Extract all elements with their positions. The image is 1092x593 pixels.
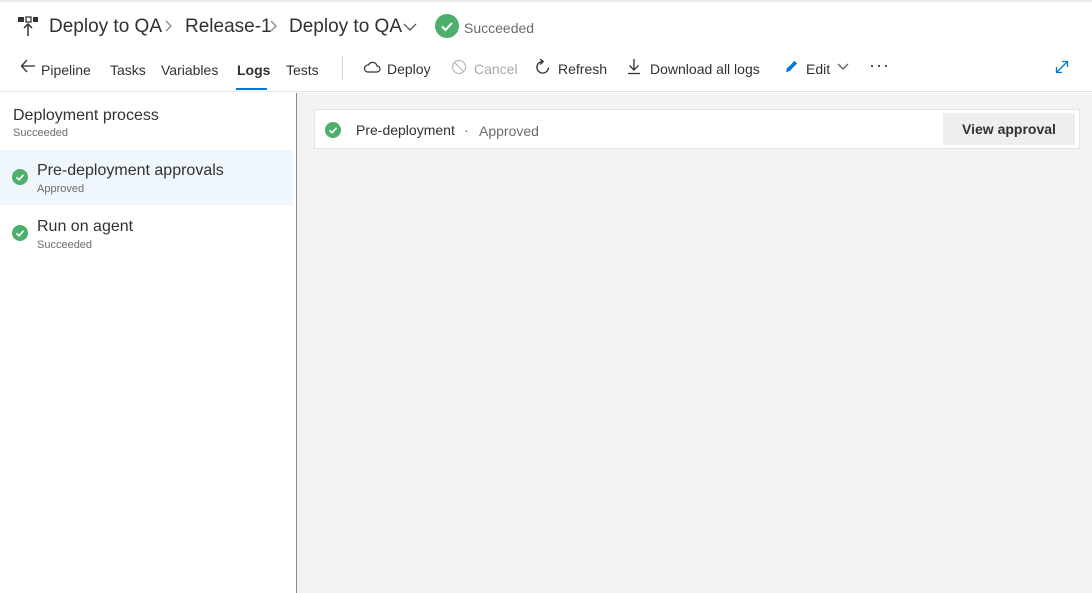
breadcrumb-release-pipeline[interactable]: Deploy to QA [49, 16, 162, 38]
pre-deployment-card: Pre-deployment · Approved View approval [314, 109, 1080, 149]
toolbar-divider [342, 56, 343, 80]
download-icon [628, 59, 640, 75]
pencil-icon [786, 60, 798, 72]
left-panel: Deployment process Succeeded Pre-deploym… [0, 93, 296, 593]
card-label: Pre-deployment [356, 122, 455, 138]
check-circle-icon [325, 122, 341, 138]
tab-logs[interactable]: Logs [237, 61, 270, 79]
card-separator: · [464, 122, 469, 138]
card-state: Approved [479, 123, 539, 139]
chevron-down-icon[interactable] [837, 63, 849, 71]
breadcrumb-stage[interactable]: Deploy to QA [289, 16, 402, 38]
refresh-icon [536, 58, 550, 74]
deployment-process-title[interactable]: Deployment process [13, 107, 159, 125]
back-arrow-icon[interactable] [20, 59, 36, 73]
chevron-right-icon [165, 20, 172, 32]
list-item-name: Run on agent [37, 218, 134, 235]
tab-tasks[interactable]: Tasks [110, 61, 146, 79]
refresh-button[interactable]: Refresh [558, 60, 607, 78]
expand-icon[interactable] [1055, 60, 1069, 74]
tab-tests[interactable]: Tests [286, 61, 319, 79]
active-tab-indicator [236, 88, 267, 90]
download-all-logs-button[interactable]: Download all logs [650, 60, 760, 78]
chevron-right-icon [270, 20, 277, 32]
check-circle-icon [12, 225, 28, 241]
list-item-status: Approved [37, 183, 85, 195]
deployment-process-status: Succeeded [13, 127, 69, 139]
list-item-run-on-agent[interactable]: Run on agent Succeeded [0, 206, 293, 261]
check-circle-icon [12, 169, 28, 185]
tab-variables[interactable]: Variables [161, 61, 218, 79]
deploy-button[interactable]: Deploy [387, 60, 431, 78]
content-pane: Pre-deployment · Approved View approval [297, 93, 1092, 593]
check-circle-icon [435, 14, 459, 38]
header: Deploy to QA Release-1 Deploy to QA Succ… [0, 2, 1092, 48]
more-icon[interactable]: ··· [869, 56, 890, 74]
list-item-status: Succeeded [37, 239, 93, 251]
view-approval-button[interactable]: View approval [943, 113, 1075, 145]
list-item-pre-deployment-approvals[interactable]: Pre-deployment approvals Approved [0, 150, 293, 205]
edit-button[interactable]: Edit [806, 60, 830, 78]
pipeline-icon [18, 16, 38, 36]
status-badge: Succeeded [464, 20, 535, 36]
pipeline-link[interactable]: Pipeline [41, 61, 91, 79]
breadcrumb-release[interactable]: Release-1 [185, 16, 272, 38]
cancel-icon [451, 59, 467, 75]
chevron-down-icon[interactable] [403, 23, 417, 32]
cancel-button[interactable]: Cancel [474, 60, 518, 78]
cloud-icon [363, 61, 381, 73]
list-item-name: Pre-deployment approvals [37, 162, 224, 179]
